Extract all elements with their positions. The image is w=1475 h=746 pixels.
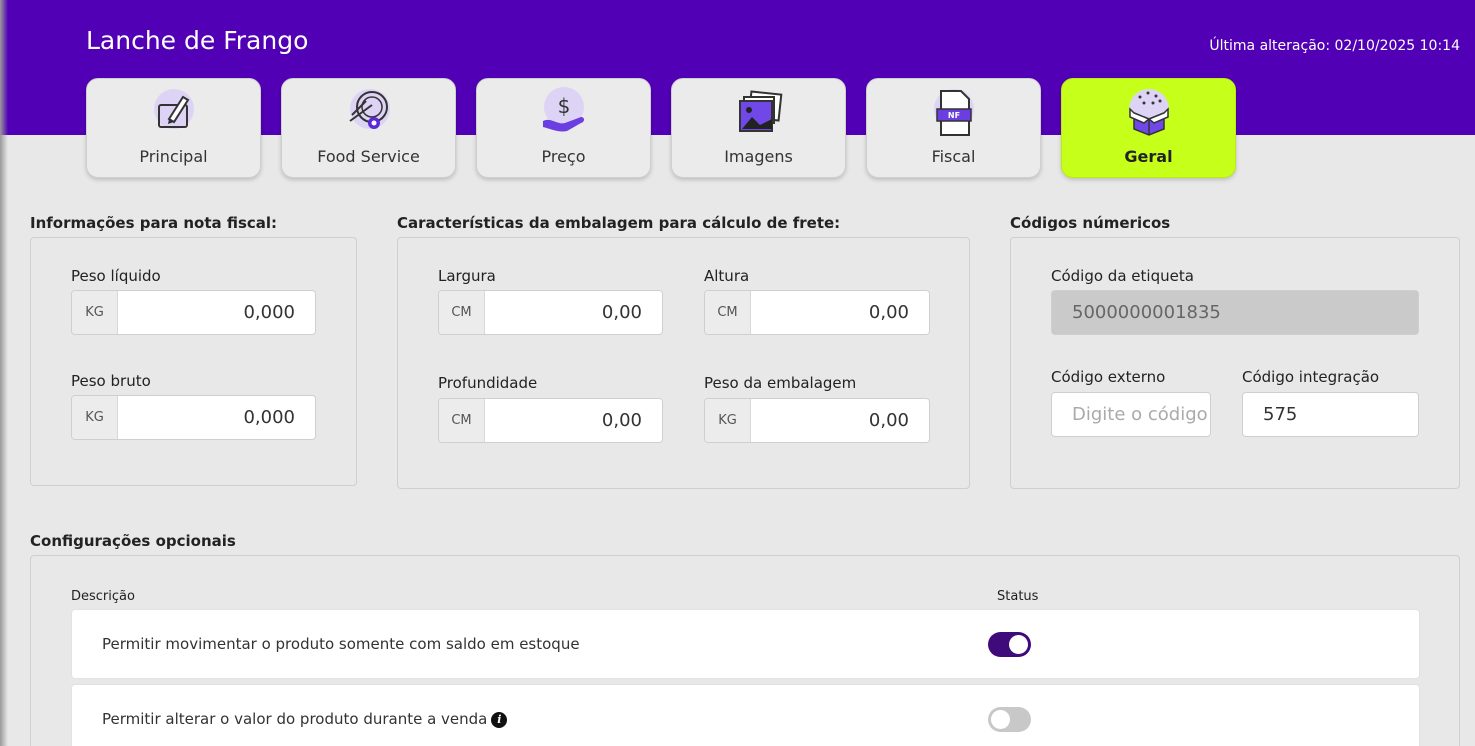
peso-liquido-label: Peso líquido bbox=[71, 267, 161, 285]
window-edge-shadow bbox=[0, 0, 8, 746]
status-toggle[interactable] bbox=[988, 632, 1031, 657]
tab-food-service[interactable]: Food Service bbox=[281, 78, 456, 178]
peso-bruto-input[interactable] bbox=[118, 396, 315, 439]
last-change-timestamp: Última alteração: 02/10/2025 10:14 bbox=[1209, 38, 1460, 54]
food-service-icon bbox=[342, 87, 396, 141]
nf-document-icon: NF bbox=[927, 87, 981, 141]
peso-liquido-field: KG bbox=[71, 290, 316, 335]
tab-principal[interactable]: Principal bbox=[86, 78, 261, 178]
embalagem-panel: Largura CM Altura CM Profundidade CM Pes… bbox=[397, 237, 970, 489]
opcionais-panel: Descrição Status Permitir movimentar o p… bbox=[30, 555, 1460, 746]
peso-embalagem-label: Peso da embalagem bbox=[704, 374, 857, 392]
codigo-etiqueta-label: Código da etiqueta bbox=[1051, 267, 1194, 285]
nota-fiscal-section-title: Informações para nota fiscal: bbox=[30, 214, 278, 232]
gift-box-icon bbox=[1122, 87, 1176, 141]
tab-imagens[interactable]: Imagens bbox=[671, 78, 846, 178]
altura-field: CM bbox=[704, 290, 930, 335]
tab-geral[interactable]: Geral bbox=[1061, 78, 1236, 178]
unit-label: KG bbox=[72, 291, 118, 334]
info-icon[interactable]: i bbox=[491, 711, 508, 728]
profundidade-field: CM bbox=[438, 398, 663, 443]
tab-label: Imagens bbox=[724, 147, 793, 166]
tab-preco[interactable]: $ Preço bbox=[476, 78, 651, 178]
unit-label: KG bbox=[705, 399, 751, 442]
tab-label: Food Service bbox=[317, 147, 420, 166]
peso-embalagem-field: KG bbox=[704, 398, 930, 443]
toggle-knob bbox=[1009, 635, 1028, 654]
unit-label: KG bbox=[72, 396, 118, 439]
edit-document-icon bbox=[147, 87, 201, 141]
nota-fiscal-panel: Peso líquido KG Peso bruto KG bbox=[30, 237, 357, 486]
tab-label: Fiscal bbox=[931, 147, 976, 166]
unit-label: CM bbox=[439, 399, 485, 442]
tab-label: Preço bbox=[541, 147, 586, 166]
svg-text:$: $ bbox=[557, 94, 570, 118]
toggle-knob bbox=[991, 710, 1010, 729]
unit-label: CM bbox=[705, 291, 751, 334]
largura-field: CM bbox=[438, 290, 663, 335]
peso-liquido-input[interactable] bbox=[118, 291, 315, 334]
codigo-integracao-label: Código integração bbox=[1242, 368, 1380, 386]
column-header-descricao: Descrição bbox=[71, 589, 135, 604]
option-row: Permitir movimentar o produto somente co… bbox=[71, 609, 1420, 679]
codigos-panel: Código da etiqueta Código externo Código… bbox=[1010, 237, 1460, 489]
peso-bruto-label: Peso bruto bbox=[71, 372, 151, 390]
option-row: Permitir alterar o valor do produto dura… bbox=[71, 684, 1420, 746]
altura-label: Altura bbox=[704, 267, 750, 285]
svg-text:NF: NF bbox=[947, 111, 959, 120]
tab-label: Geral bbox=[1124, 147, 1173, 166]
peso-embalagem-input[interactable] bbox=[751, 399, 929, 442]
codigo-externo-input[interactable] bbox=[1051, 392, 1211, 437]
largura-label: Largura bbox=[438, 267, 496, 285]
peso-bruto-field: KG bbox=[71, 395, 316, 440]
codigos-section-title: Códigos númericos bbox=[1010, 214, 1171, 232]
codigo-etiqueta-input bbox=[1051, 290, 1419, 335]
tab-bar: Principal Food Service $ Preço Imagens N… bbox=[86, 78, 1236, 178]
unit-label: CM bbox=[439, 291, 485, 334]
embalagem-section-title: Características da embalagem para cálcul… bbox=[397, 214, 841, 232]
profundidade-label: Profundidade bbox=[438, 374, 538, 392]
column-header-status: Status bbox=[997, 589, 1039, 604]
option-description: Permitir movimentar o produto somente co… bbox=[102, 635, 580, 653]
option-description-wrap: Permitir alterar o valor do produto dura… bbox=[102, 710, 508, 728]
images-icon bbox=[732, 87, 786, 141]
altura-input[interactable] bbox=[751, 291, 929, 334]
profundidade-input[interactable] bbox=[485, 399, 662, 442]
tab-fiscal[interactable]: NF Fiscal bbox=[866, 78, 1041, 178]
page-title: Lanche de Frango bbox=[86, 26, 309, 55]
largura-input[interactable] bbox=[485, 291, 662, 334]
status-toggle[interactable] bbox=[988, 707, 1031, 732]
codigo-integracao-input[interactable] bbox=[1242, 392, 1419, 437]
option-description: Permitir alterar o valor do produto dura… bbox=[102, 710, 488, 728]
opcionais-section-title: Configurações opcionais bbox=[30, 532, 236, 550]
tab-label: Principal bbox=[139, 147, 208, 166]
price-hand-icon: $ bbox=[537, 87, 591, 141]
codigo-externo-label: Código externo bbox=[1051, 368, 1166, 386]
